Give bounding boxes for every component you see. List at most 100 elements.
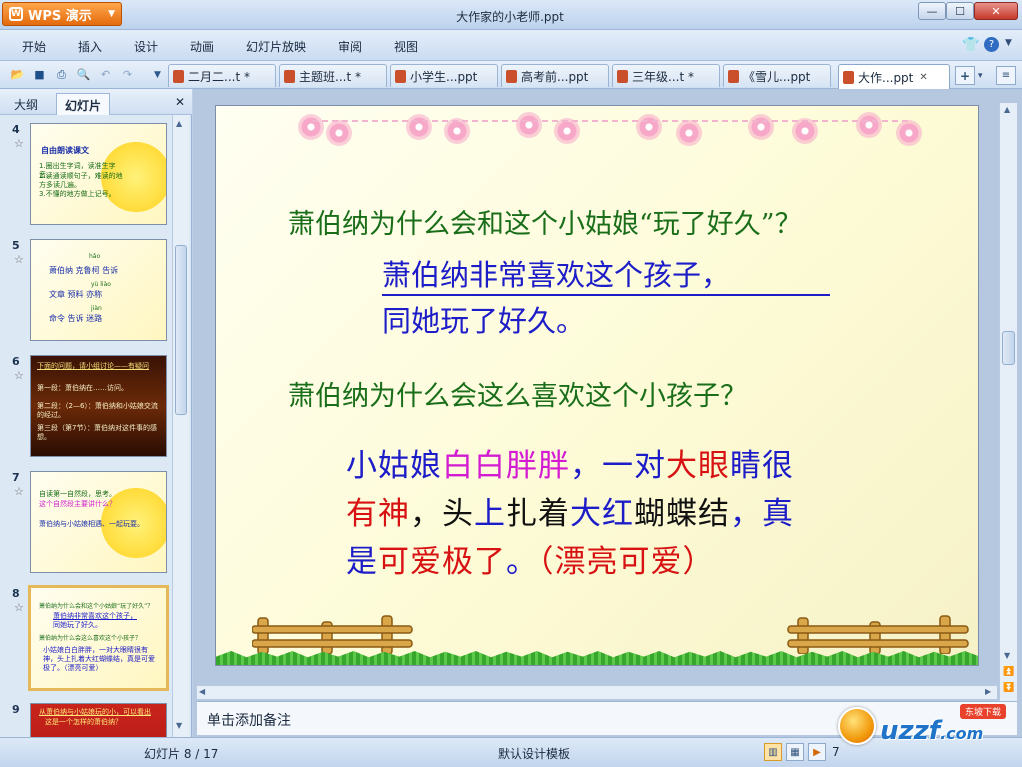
ppt-file-icon — [395, 69, 406, 83]
thumb-text: 第一段：萧伯纳在……访问。 — [37, 384, 128, 392]
menu-insert[interactable]: 插入 — [78, 38, 102, 55]
thumb-text: 从萧伯纳与小姑娘玩的小，可以看出 — [39, 708, 151, 716]
scroll-up-icon[interactable]: ▲ — [1004, 105, 1010, 114]
slide-thumbnail[interactable]: 自由朗读课文 1.圈出生字词，读准生字音。 2.读通读顺句子，难读的地方多读几遍… — [30, 123, 167, 225]
text-run: 小姑娘 — [346, 448, 442, 484]
normal-view-button[interactable]: ▥ — [764, 743, 782, 761]
tab-slides[interactable]: 幻灯片 — [56, 93, 111, 115]
redo-icon[interactable]: ↷ — [120, 67, 135, 82]
thumbnail-scrollbar[interactable]: ▲ ▼ — [172, 115, 189, 737]
menu-review[interactable]: 审阅 — [338, 38, 362, 55]
menu-bar: 开始 插入 设计 动画 幻灯片放映 审阅 视图 👕 ? ▼ — [0, 30, 1022, 61]
doc-tab-label: 小学生...ppt — [410, 69, 478, 84]
doc-tab-label: 二月二...t * — [188, 69, 250, 84]
text-run: 是 — [346, 544, 378, 580]
menu-animation[interactable]: 动画 — [190, 38, 214, 55]
ppt-file-icon — [843, 70, 854, 84]
print-preview-icon[interactable]: 🔍 — [76, 67, 91, 82]
print-icon[interactable]: ⎙ — [54, 67, 69, 82]
flower-decoration — [298, 114, 324, 140]
help-icon[interactable]: ? — [984, 37, 999, 52]
thumb-text: 萧伯纳为什么会这么喜欢这个小孩子？ — [39, 635, 142, 642]
menu-slideshow[interactable]: 幻灯片放映 — [246, 38, 306, 55]
scroll-up-icon[interactable]: ▲ — [176, 119, 182, 128]
open-folder-icon[interactable]: 📂 — [10, 67, 25, 82]
menu-design[interactable]: 设计 — [134, 38, 158, 55]
close-tab-icon[interactable]: ✕ — [919, 72, 927, 83]
doc-tab[interactable]: 《雪儿...ppt — [723, 64, 831, 87]
ppt-file-icon — [728, 69, 739, 83]
fence-decoration — [787, 615, 969, 654]
thumb-text: 文章 预料 亦称 — [49, 290, 103, 299]
thumb-text: 萧伯纳 克鲁柯 告诉 — [49, 266, 119, 275]
doc-tab[interactable]: 高考前...ppt — [501, 64, 609, 87]
save-icon[interactable]: ■ — [32, 67, 47, 82]
editor-vertical-scrollbar[interactable]: ▲ ▼ ⏫ ⏬ — [999, 103, 1017, 701]
previous-slide-icon[interactable]: ⏫ — [1003, 667, 1014, 677]
editor-horizontal-scrollbar[interactable]: ◀ ▶ — [197, 685, 997, 699]
doc-tab-active[interactable]: 大作...ppt ✕ — [838, 64, 950, 89]
slide-canvas[interactable]: 萧伯纳为什么会和这个小姑娘“玩了好久”？ 萧伯纳非常喜欢这个孩子， 同她玩了好久… — [215, 105, 979, 666]
minimize-button[interactable]: — — [918, 2, 946, 20]
transition-star-icon: ☆ — [14, 369, 24, 382]
scroll-left-icon[interactable]: ◀ — [199, 687, 205, 696]
flower-decoration — [676, 120, 702, 146]
slide-thumbnail-selected[interactable]: 萧伯纳为什么会和这个小姑娘“玩了好久”？ 萧伯纳非常喜欢这个孩子， 同她玩了好久… — [28, 585, 169, 691]
thumb-number: 9 — [12, 703, 20, 716]
doc-tab[interactable]: 主题班...t * — [279, 64, 387, 87]
menu-home[interactable]: 开始 — [22, 38, 46, 55]
slide-thumbnail[interactable]: 从萧伯纳与小姑娘玩的小，可以看出 这是一个怎样的萧伯纳？ — [30, 703, 167, 737]
doc-tab[interactable]: 二月二...t * — [168, 64, 276, 87]
thumb-number: 6 — [12, 355, 20, 368]
thumb-text: 萧伯纳为什么会和这个小姑娘“玩了好久”？ — [39, 603, 154, 610]
scroll-down-icon[interactable]: ▼ — [1004, 651, 1010, 660]
chevron-down-icon[interactable]: ▾ — [978, 66, 992, 85]
app-name: WPS 演示 — [28, 8, 92, 24]
tab-list-button[interactable]: ≡ — [996, 66, 1016, 85]
ppt-file-icon — [284, 69, 295, 83]
text-run: 。 — [506, 544, 538, 580]
slideshow-button[interactable]: ▶ — [808, 743, 826, 761]
watermark-text: uzzf — [880, 716, 941, 746]
slide-thumbnail[interactable]: hǎo 萧伯纳 克鲁柯 告诉 yù liào 文章 预料 亦称 jiàn 命令 … — [30, 239, 167, 341]
design-template-name: 默认设计模板 — [498, 747, 571, 761]
slide-thumbnail[interactable]: 自读第一自然段，思考。 这个自然段主要讲什么？ 萧伯纳与小姑娘相遇、一起玩耍。 — [30, 471, 167, 573]
thumb-text: 命令 告诉 迷路 — [49, 314, 103, 323]
pane-tabs: 大纲 幻灯片 ✕ — [0, 89, 192, 115]
watermark-suffix: .com — [940, 724, 984, 743]
doc-tab[interactable]: 三年级...t * — [612, 64, 720, 87]
wps-app-menu-button[interactable]: W WPS 演示 ▼ — [2, 2, 122, 26]
close-button[interactable]: ✕ — [974, 2, 1018, 20]
scroll-thumb[interactable] — [1002, 331, 1015, 365]
thumb-text: 自由朗读课文 — [41, 146, 89, 155]
skin-shirt-icon[interactable]: 👕 — [962, 37, 979, 53]
transition-star-icon: ☆ — [14, 601, 24, 614]
tab-outline[interactable]: 大纲 — [6, 93, 46, 115]
maximize-button[interactable]: ☐ — [946, 2, 974, 20]
slide-sorter-button[interactable]: ▦ — [786, 743, 804, 761]
text-run: 白白胖胖 — [442, 448, 570, 484]
menu-view[interactable]: 视图 — [394, 38, 418, 55]
chevron-down-icon[interactable]: ▼ — [1005, 38, 1012, 48]
wps-logo-icon: W — [9, 7, 23, 21]
scroll-down-icon[interactable]: ▼ — [176, 721, 182, 730]
question-1: 萧伯纳为什么会和这个小姑娘“玩了好久”？ — [288, 209, 802, 240]
toolbar-dropdown-icon[interactable]: ▼ — [150, 67, 165, 82]
doc-tab[interactable]: 小学生...ppt — [390, 64, 498, 87]
undo-icon[interactable]: ↶ — [98, 67, 113, 82]
scroll-thumb[interactable] — [175, 245, 187, 415]
thumb-number: 8 — [12, 587, 20, 600]
close-pane-icon[interactable]: ✕ — [175, 95, 185, 109]
text-run: ，头 — [410, 496, 474, 532]
doc-tab-label: 大作...ppt — [858, 70, 914, 85]
next-slide-icon[interactable]: ⏬ — [1003, 683, 1014, 693]
slide-thumbnail[interactable]: 下面的问题，请小组讨论——有疑问 第一段：萧伯纳在……访问。 第二段：（2—6）… — [30, 355, 167, 457]
flower-decoration — [636, 114, 662, 140]
new-tab-button[interactable]: + — [955, 66, 975, 85]
flower-decoration — [406, 114, 432, 140]
flower-decoration — [326, 120, 352, 146]
scroll-right-icon[interactable]: ▶ — [985, 687, 991, 696]
thumb-text: 3.不懂的地方做上记号。 — [39, 190, 116, 198]
ppt-file-icon — [617, 69, 628, 83]
window-title: 大作家的小老师.ppt — [456, 10, 564, 24]
